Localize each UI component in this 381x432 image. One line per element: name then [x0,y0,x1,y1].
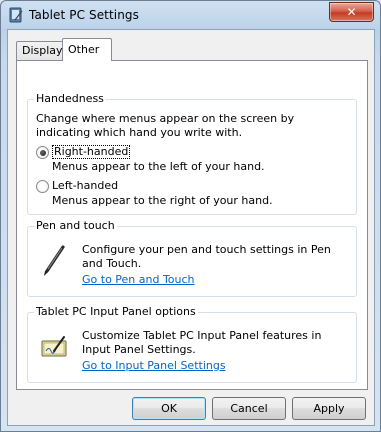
tab-other[interactable]: Other [62,38,112,61]
input-panel-icon [41,336,67,357]
input-panel-group: Tablet PC Input Panel options Customize … [27,305,357,383]
window-title: Tablet PC Settings [29,8,139,22]
tablet-pc-icon [9,7,23,23]
pen-icon [44,245,65,276]
dialog-client: Display Other Handedness Change where me… [7,29,375,426]
settings-window: Tablet PC Settings ✕ Display Other Hande… [0,0,381,432]
title-bar[interactable]: Tablet PC Settings ✕ [1,1,380,29]
right-handed-description: Menus appear to the left of your hand. [52,160,265,173]
tab-display-label: Display [22,44,63,57]
right-handed-radio[interactable] [36,146,49,159]
input-panel-link[interactable]: Go to Input Panel Settings [82,359,226,372]
close-icon: ✕ [346,5,357,19]
handedness-title: Handedness [34,92,106,105]
input-panel-title: Tablet PC Input Panel options [34,305,198,318]
handedness-description: Change where menus appear on the screen … [36,112,295,139]
tab-display[interactable]: Display [16,41,64,60]
ok-button[interactable]: OK [132,397,206,420]
tab-other-label: Other [68,43,100,56]
input-panel-description: Customize Tablet PC Input Panel features… [82,329,322,356]
left-handed-label[interactable]: Left-handed [52,179,118,192]
pen-touch-description: Configure your pen and touch settings in… [82,243,331,270]
left-handed-description: Menus appear to the right of your hand. [52,194,273,207]
pen-touch-title: Pen and touch [34,219,117,232]
left-handed-radio[interactable] [36,180,49,193]
apply-button[interactable]: Apply [292,397,366,420]
close-button[interactable]: ✕ [329,2,374,22]
handedness-group: Handedness Change where menus appear on … [27,92,357,215]
tab-panel-other: Handedness Change where menus appear on … [16,60,368,390]
pen-touch-link[interactable]: Go to Pen and Touch [82,273,195,286]
cancel-button[interactable]: Cancel [212,397,286,420]
pen-touch-group: Pen and touch Configure your pen and tou… [27,219,357,297]
right-handed-label[interactable]: Right-handed [52,145,131,159]
